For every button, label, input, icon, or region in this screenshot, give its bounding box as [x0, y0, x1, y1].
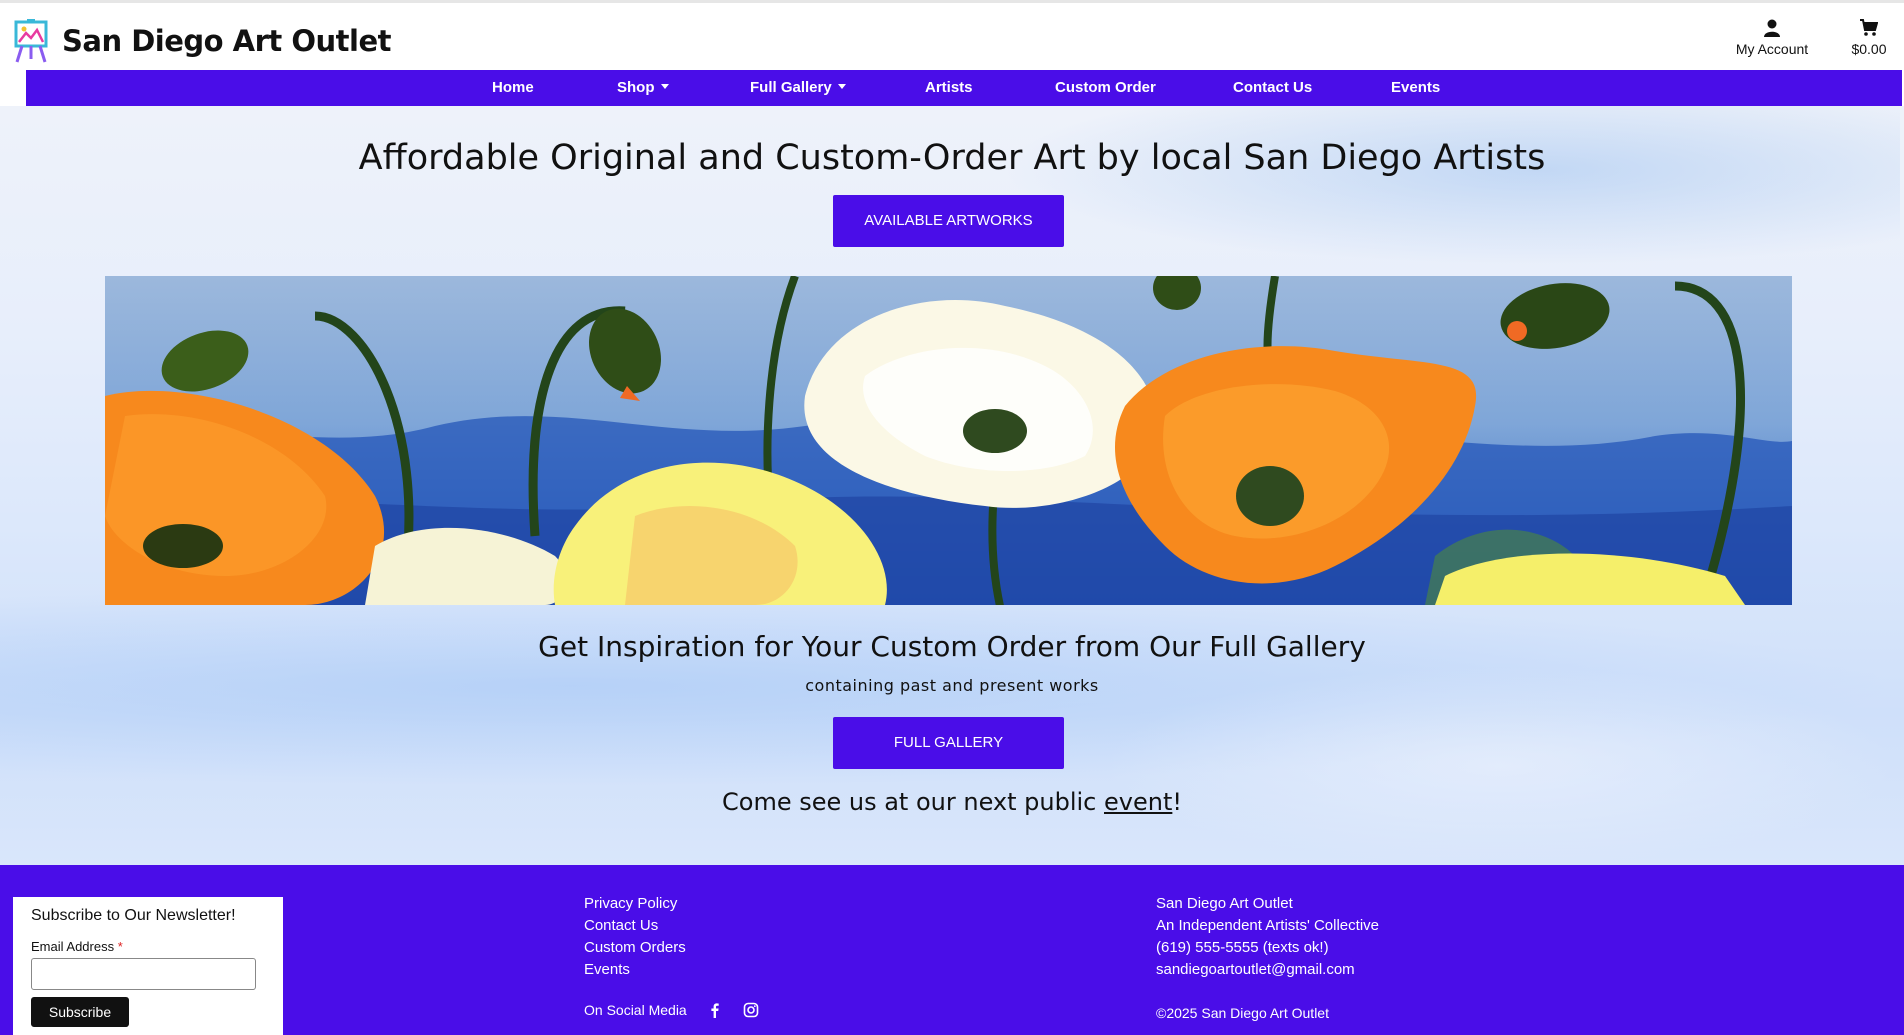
site-footer: Subscribe to Our Newsletter! Email Addre…	[0, 865, 1904, 1035]
full-gallery-button[interactable]: FULL GALLERY	[833, 717, 1064, 769]
nav-label: Artists	[925, 79, 973, 96]
email-label-text: Email Address	[31, 939, 115, 954]
nav-label: Full Gallery	[750, 79, 832, 96]
hero-headline: Affordable Original and Custom-Order Art…	[358, 138, 1546, 178]
footer-link-events[interactable]: Events	[584, 959, 686, 981]
user-icon	[1764, 19, 1780, 37]
watercolor-wash	[1100, 666, 1900, 865]
social-label: On Social Media	[584, 1002, 687, 1018]
gallery-subheading: containing past and present works	[805, 676, 1099, 695]
my-account-label: My Account	[1735, 41, 1809, 57]
copyright: ©2025 San Diego Art Outlet	[1156, 1005, 1329, 1021]
watercolor-wash	[1000, 106, 1900, 266]
required-marker: *	[117, 939, 123, 954]
site-title[interactable]: San Diego Art Outlet	[62, 24, 392, 58]
email-label: Email Address *	[31, 939, 123, 954]
nav-item-custom-order[interactable]: Custom Order	[1055, 79, 1156, 96]
hero-section: Affordable Original and Custom-Order Art…	[0, 106, 1904, 865]
nav-item-artists[interactable]: Artists	[925, 79, 973, 96]
footer-links: Privacy Policy Contact Us Custom Orders …	[584, 893, 686, 981]
event-invite-suffix: !	[1172, 788, 1182, 816]
available-artworks-button[interactable]: AVAILABLE ARTWORKS	[833, 195, 1064, 247]
nav-label: Contact Us	[1233, 79, 1313, 96]
caret-down-icon	[660, 83, 669, 89]
instagram-icon[interactable]	[743, 1002, 759, 1018]
newsletter-form: Subscribe to Our Newsletter! Email Addre…	[13, 897, 283, 1035]
event-link[interactable]: event	[1104, 788, 1172, 816]
site-header: San Diego Art Outlet My Account $0.00	[0, 0, 1904, 70]
my-account-link[interactable]: My Account	[1727, 19, 1817, 57]
facebook-icon[interactable]	[707, 1002, 723, 1018]
gallery-heading: Get Inspiration for Your Custom Order fr…	[538, 630, 1366, 663]
nav-item-events[interactable]: Events	[1391, 79, 1440, 96]
cart-total: $0.00	[1851, 41, 1887, 57]
newsletter-title: Subscribe to Our Newsletter!	[31, 907, 236, 924]
cart-link[interactable]: $0.00	[1844, 19, 1894, 57]
nav-item-shop[interactable]: Shop	[617, 79, 669, 96]
main-nav: Home Shop Full Gallery Artists Custom Or…	[26, 70, 1902, 106]
poppy-painting-image	[105, 276, 1792, 605]
nav-item-home[interactable]: Home	[492, 79, 534, 96]
footer-email[interactable]: sandiegoartoutlet@gmail.com	[1156, 959, 1379, 981]
footer-link-privacy[interactable]: Privacy Policy	[584, 893, 686, 915]
footer-link-contact[interactable]: Contact Us	[584, 915, 686, 937]
footer-link-custom-orders[interactable]: Custom Orders	[584, 937, 686, 959]
site-logo[interactable]: San Diego Art Outlet	[12, 19, 392, 63]
footer-phone[interactable]: (619) 555-5555 (texts ok!)	[1156, 937, 1379, 959]
nav-item-contact-us[interactable]: Contact Us	[1233, 79, 1312, 96]
footer-company-name: San Diego Art Outlet	[1156, 895, 1293, 912]
social-media-row: On Social Media	[584, 1002, 759, 1018]
caret-down-icon	[837, 83, 846, 89]
nav-label: Shop	[617, 79, 655, 96]
nav-item-full-gallery[interactable]: Full Gallery	[750, 79, 846, 96]
poppy-painting-banner	[105, 276, 1792, 605]
cart-icon	[1860, 19, 1878, 36]
nav-label: Home	[492, 79, 534, 96]
footer-tagline: An Independent Artists' Collective	[1156, 917, 1379, 934]
nav-label: Custom Order	[1055, 79, 1156, 96]
event-invite: Come see us at our next public event!	[0, 788, 1904, 816]
easel-logo-icon	[14, 19, 48, 63]
subscribe-button[interactable]: Subscribe	[31, 997, 129, 1027]
event-invite-prefix: Come see us at our next public	[722, 788, 1104, 816]
email-field[interactable]	[31, 958, 256, 990]
nav-label: Events	[1391, 79, 1441, 96]
footer-contact-info: San Diego Art Outlet An Independent Arti…	[1156, 893, 1379, 981]
